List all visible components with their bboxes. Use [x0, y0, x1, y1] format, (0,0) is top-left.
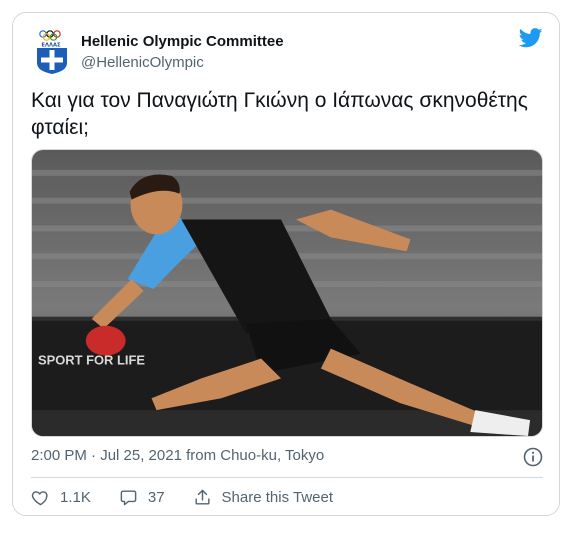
hellenic-olympic-emblem-icon: ΕΛΛΑΣ: [37, 30, 67, 74]
user-handle[interactable]: @HellenicOlympic: [81, 54, 204, 71]
share-button[interactable]: Share this Tweet: [193, 488, 333, 507]
divider: [31, 477, 543, 478]
display-name[interactable]: Hellenic Olympic Committee: [81, 33, 284, 50]
tweet-timestamp-row: 2:00 PM · Jul 25, 2021 from Chuo-ku, Tok…: [31, 447, 543, 469]
reply-button[interactable]: 37: [119, 488, 165, 507]
avatar[interactable]: ΕΛΛΑΣ: [34, 27, 74, 75]
share-label: Share this Tweet: [221, 488, 333, 506]
like-button[interactable]: 1.1K: [31, 488, 91, 507]
tweet-media-photo[interactable]: SPORT FOR LIFE: [31, 149, 543, 437]
banner-text: SPORT FOR LIFE: [38, 353, 145, 368]
table-tennis-photo-icon: SPORT FOR LIFE: [32, 150, 542, 436]
heart-icon: [31, 490, 48, 505]
reply-count: 37: [147, 488, 165, 506]
twitter-bird-icon[interactable]: [519, 27, 543, 49]
tweet-timestamp[interactable]: 2:00 PM · Jul 25, 2021 from Chuo-ku, Tok…: [31, 447, 324, 464]
tweet-card[interactable]: ΕΛΛΑΣ Hellenic Olympic Committee @Hellen…: [12, 12, 560, 516]
tweet-actions: 1.1K 37 Share this Tweet: [31, 485, 361, 509]
tweet-text: Και για τον Παναγιώτη Γκιώνη ο Ιάπωνας σ…: [31, 89, 528, 139]
like-count: 1.1K: [60, 488, 91, 506]
speech-bubble-icon: [120, 489, 137, 505]
avatar-text: ΕΛΛΑΣ: [41, 43, 61, 49]
share-upload-icon: [195, 489, 210, 505]
info-icon[interactable]: [523, 447, 543, 467]
